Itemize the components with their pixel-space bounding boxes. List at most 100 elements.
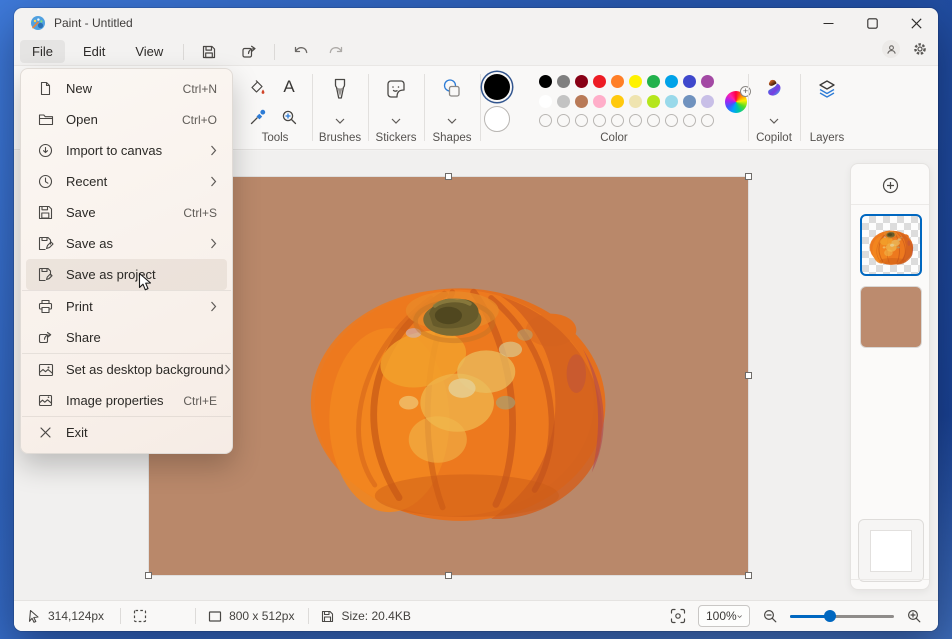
color-section: + Color xyxy=(480,66,748,149)
layers-section[interactable]: Layers xyxy=(800,66,854,149)
palette-swatch[interactable] xyxy=(539,75,552,88)
account-icon[interactable] xyxy=(882,40,900,58)
resize-handle-bottom-right[interactable] xyxy=(745,572,752,579)
layer-item-background-color[interactable] xyxy=(860,286,922,348)
status-bar: 314,124px 800 x 512px Size: 20.4KB xyxy=(14,600,938,631)
palette-swatch[interactable] xyxy=(701,75,714,88)
minimize-button[interactable] xyxy=(806,8,850,38)
menu-item-save[interactable]: Save Ctrl+S xyxy=(26,197,227,228)
desktop-background-icon xyxy=(37,361,54,378)
printer-icon xyxy=(37,298,54,315)
magnifier-tool[interactable] xyxy=(276,104,302,130)
palette-swatch[interactable] xyxy=(665,75,678,88)
resize-handle-top-center[interactable] xyxy=(445,173,452,180)
palette-swatch[interactable] xyxy=(611,95,624,108)
divider xyxy=(183,44,184,60)
edit-menu-button[interactable]: Edit xyxy=(71,40,117,63)
maximize-button[interactable] xyxy=(850,8,894,38)
palette-swatch[interactable] xyxy=(575,95,588,108)
stickers-section[interactable]: Stickers xyxy=(368,66,424,149)
resize-handle-top-right[interactable] xyxy=(745,173,752,180)
resize-handle-bottom-left[interactable] xyxy=(145,572,152,579)
shortcut: Ctrl+O xyxy=(182,113,217,127)
menu-item-open[interactable]: Open Ctrl+O xyxy=(26,104,227,135)
menu-item-save-as[interactable]: Save as xyxy=(26,228,227,259)
resize-handle-bottom-center[interactable] xyxy=(445,572,452,579)
palette-swatch-empty[interactable] xyxy=(647,114,660,127)
palette-swatch[interactable] xyxy=(683,75,696,88)
file-menu-dropdown: New Ctrl+N Open Ctrl+O Import to canvas … xyxy=(20,68,233,454)
palette-swatch-empty[interactable] xyxy=(683,114,696,127)
shortcut: Ctrl+E xyxy=(183,394,217,408)
chevron-right-icon xyxy=(210,301,217,312)
save-icon[interactable] xyxy=(196,40,222,63)
shapes-section[interactable]: Shapes xyxy=(424,66,480,149)
chevron-right-icon xyxy=(210,238,217,249)
shapes-icon xyxy=(440,77,464,101)
palette-swatch[interactable] xyxy=(593,95,606,108)
palette-swatch-empty[interactable] xyxy=(665,114,678,127)
palette-swatch-empty[interactable] xyxy=(593,114,606,127)
canvas-background-layer[interactable] xyxy=(858,519,924,582)
settings-gear-icon[interactable] xyxy=(912,41,928,57)
copilot-section[interactable]: Copilot xyxy=(748,66,800,149)
palette-swatch-empty[interactable] xyxy=(575,114,588,127)
redo-icon[interactable] xyxy=(323,40,349,63)
palette-swatch[interactable] xyxy=(647,95,660,108)
drawing-canvas[interactable] xyxy=(149,177,748,575)
zoom-slider-thumb[interactable] xyxy=(824,610,836,622)
palette-swatch[interactable] xyxy=(557,95,570,108)
zoom-level-dropdown[interactable]: 100% xyxy=(698,605,750,627)
secondary-color-swatch[interactable] xyxy=(484,106,510,132)
palette-swatch[interactable] xyxy=(647,75,660,88)
mouse-cursor xyxy=(138,272,153,293)
view-menu-button[interactable]: View xyxy=(123,40,175,63)
palette-swatch-empty[interactable] xyxy=(557,114,570,127)
palette-swatch[interactable] xyxy=(683,95,696,108)
eyedropper-tool[interactable] xyxy=(244,104,270,130)
save-project-icon xyxy=(37,266,54,283)
file-menu-button[interactable]: File xyxy=(20,40,65,63)
text-tool[interactable]: A xyxy=(276,74,302,100)
menu-item-new[interactable]: New Ctrl+N xyxy=(26,73,227,104)
resize-handle-mid-right[interactable] xyxy=(745,372,752,379)
canvas-size-icon xyxy=(208,610,222,623)
palette-swatch[interactable] xyxy=(575,75,588,88)
palette-swatch[interactable] xyxy=(665,95,678,108)
pumpkin-painting xyxy=(307,257,617,529)
add-layer-button[interactable] xyxy=(879,174,901,196)
menu-item-recent[interactable]: Recent xyxy=(26,166,227,197)
menu-item-set-as-desktop-background[interactable]: Set as desktop background xyxy=(26,354,227,385)
palette-swatch[interactable] xyxy=(611,75,624,88)
menu-item-share[interactable]: Share xyxy=(26,322,227,353)
menu-item-image-properties[interactable]: Image properties Ctrl+E xyxy=(26,385,227,416)
menu-item-save-as-project[interactable]: Save as project xyxy=(26,259,227,290)
palette-swatch-empty[interactable] xyxy=(629,114,642,127)
fit-to-screen-icon[interactable] xyxy=(670,608,686,624)
palette-swatch-empty[interactable] xyxy=(611,114,624,127)
primary-color-swatch[interactable] xyxy=(484,74,510,100)
menu-item-print[interactable]: Print xyxy=(26,291,227,322)
zoom-in-icon[interactable] xyxy=(906,608,922,624)
close-button[interactable] xyxy=(894,8,938,38)
menu-item-exit[interactable]: Exit xyxy=(26,417,227,448)
divider xyxy=(274,44,275,60)
palette-swatch[interactable] xyxy=(593,75,606,88)
palette-grid xyxy=(536,72,718,131)
palette-swatch-empty[interactable] xyxy=(539,114,552,127)
palette-swatch[interactable] xyxy=(629,75,642,88)
layer-item-pumpkin[interactable] xyxy=(860,214,922,276)
palette-swatch[interactable] xyxy=(629,95,642,108)
fill-color-tool[interactable] xyxy=(244,74,270,100)
canvas-size-value: 800 x 512px xyxy=(229,609,294,623)
palette-swatch[interactable] xyxy=(557,75,570,88)
share-icon[interactable] xyxy=(236,40,262,63)
palette-swatch[interactable] xyxy=(701,95,714,108)
menu-item-import-to-canvas[interactable]: Import to canvas xyxy=(26,135,227,166)
palette-swatch-empty[interactable] xyxy=(701,114,714,127)
undo-icon[interactable] xyxy=(287,40,313,63)
brushes-section[interactable]: Brushes xyxy=(312,66,368,149)
palette-swatch[interactable] xyxy=(539,95,552,108)
zoom-slider[interactable] xyxy=(790,609,894,623)
zoom-out-icon[interactable] xyxy=(762,608,778,624)
